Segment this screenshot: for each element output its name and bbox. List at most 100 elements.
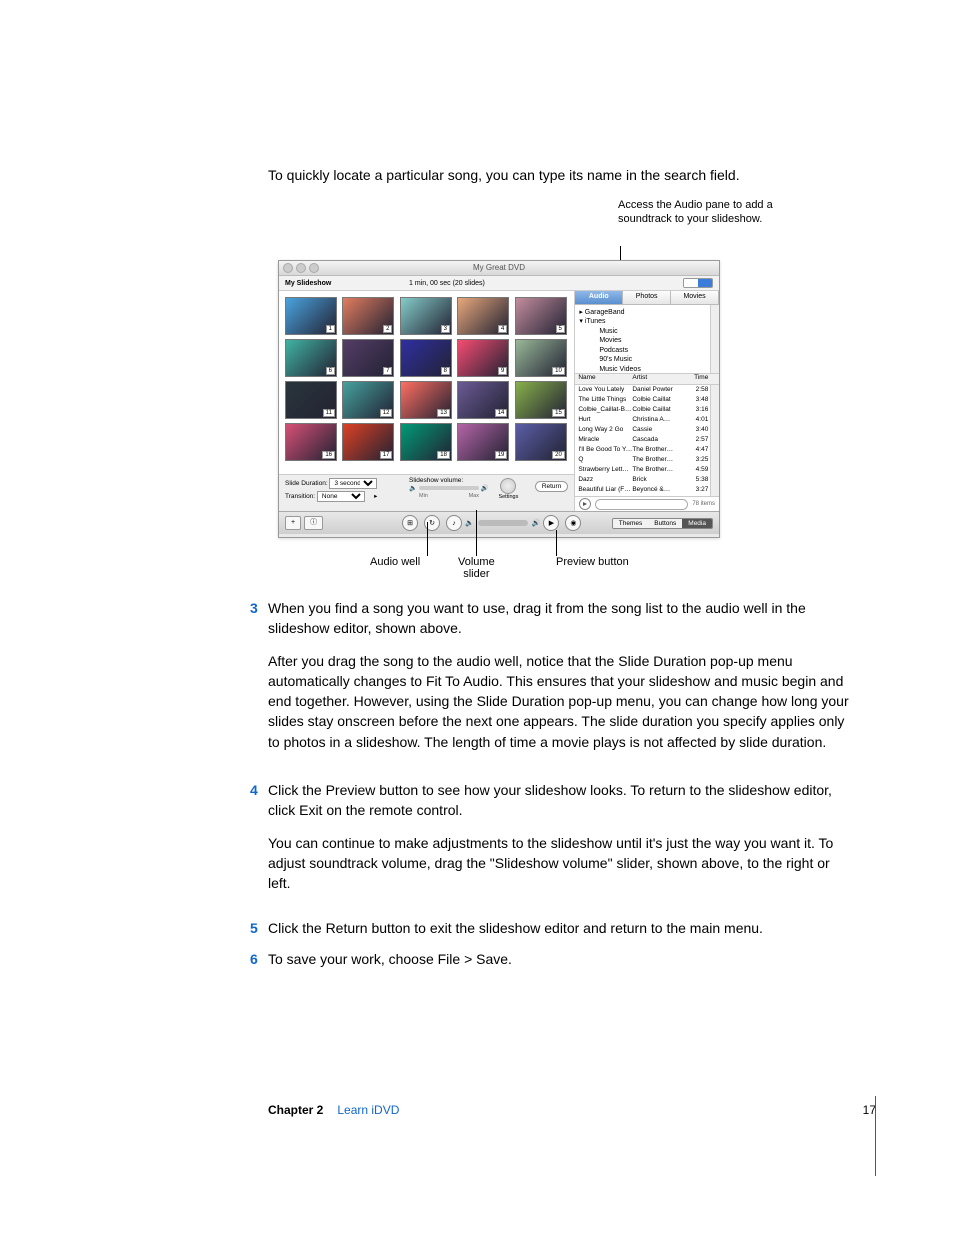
- col-artist[interactable]: Artist: [632, 374, 682, 384]
- song-row[interactable]: Love You LatelyDaniel Powter2:58: [575, 385, 719, 395]
- info-button[interactable]: ⓘ: [304, 516, 323, 530]
- audio-well[interactable]: ♪: [446, 515, 462, 531]
- song-row[interactable]: MiracleCascada2:57: [575, 435, 719, 445]
- settings-button[interactable]: Settings: [498, 478, 518, 500]
- song-row[interactable]: Colbie_Caillat-B…Colbie Caillat3:16: [575, 405, 719, 415]
- titlebar: My Great DVD: [279, 261, 719, 276]
- song-name: Long Way 2 Go: [575, 425, 632, 435]
- close-icon[interactable]: [283, 263, 293, 273]
- view-toggle[interactable]: [683, 278, 713, 288]
- song-name: Miracle: [575, 435, 632, 445]
- duration-text: 1 min, 00 sec (20 slides): [409, 280, 485, 287]
- add-button[interactable]: +: [285, 516, 301, 530]
- slide-thumbnail[interactable]: 13: [400, 381, 452, 419]
- slide-thumbnail[interactable]: 5: [515, 297, 567, 335]
- tab-photos[interactable]: Photos: [623, 291, 671, 304]
- tree-movies[interactable]: Movies: [579, 336, 715, 345]
- song-row[interactable]: HurtChristina A…4:01: [575, 415, 719, 425]
- slide-duration-select[interactable]: 3 seconds: [329, 478, 377, 489]
- traffic-lights[interactable]: [283, 263, 319, 273]
- tree-musicvideos[interactable]: Music Videos: [579, 365, 715, 374]
- slide-thumbnail[interactable]: 17: [342, 423, 394, 461]
- song-row[interactable]: QThe Brother…3:25: [575, 455, 719, 465]
- speaker-min-icon: 🔈: [409, 485, 417, 492]
- song-list-header: Name Artist Time: [575, 374, 719, 385]
- slide-thumbnail[interactable]: 8: [400, 339, 452, 377]
- slide-thumbnail[interactable]: 16: [285, 423, 337, 461]
- thumbnail-index: 3: [441, 325, 450, 333]
- tree-music[interactable]: Music: [579, 327, 715, 336]
- callout-line-audiowell: [427, 522, 428, 556]
- song-row[interactable]: DazzBrick5:38: [575, 475, 719, 485]
- tab-themes[interactable]: Themes: [613, 519, 648, 528]
- zoom-icon[interactable]: [309, 263, 319, 273]
- burn-button[interactable]: ◉: [565, 515, 581, 531]
- volume-slider[interactable]: [419, 486, 479, 490]
- song-artist: Colbie Caillat: [632, 395, 682, 405]
- transition-select[interactable]: None: [317, 491, 365, 502]
- thumbnail-index: 15: [552, 409, 565, 417]
- slide-thumbnail[interactable]: 3: [400, 297, 452, 335]
- song-row[interactable]: Strawberry Lette…The Brother…4:59: [575, 465, 719, 475]
- slide-thumbnail[interactable]: 19: [457, 423, 509, 461]
- slide-thumbnail[interactable]: 7: [342, 339, 394, 377]
- song-row[interactable]: Long Way 2 GoCassie3:40: [575, 425, 719, 435]
- slide-thumbnail[interactable]: 1: [285, 297, 337, 335]
- minimize-icon[interactable]: [296, 263, 306, 273]
- song-row[interactable]: Beautiful Liar (Al…Beyoncé &…3:21: [575, 495, 719, 496]
- slide-thumbnail[interactable]: 15: [515, 381, 567, 419]
- tree-scrollbar[interactable]: [710, 305, 719, 373]
- slide-thumbnail[interactable]: 9: [457, 339, 509, 377]
- tree-podcasts[interactable]: Podcasts: [579, 346, 715, 355]
- tree-garageband[interactable]: ▸ GarageBand: [579, 308, 715, 317]
- chapter-title: Learn iDVD: [337, 1103, 399, 1117]
- song-artist: Brick: [632, 475, 682, 485]
- song-row[interactable]: I'll Be Good To YouThe Brother…4:47: [575, 445, 719, 455]
- tab-audio[interactable]: Audio: [575, 291, 623, 304]
- step-number: 6: [250, 949, 258, 969]
- song-list[interactable]: Love You LatelyDaniel Powter2:58The Litt…: [575, 385, 719, 496]
- view-grid-icon[interactable]: [698, 279, 712, 287]
- thumbnail-index: 8: [441, 367, 450, 375]
- slide-thumbnail[interactable]: 14: [457, 381, 509, 419]
- slide-thumbnail[interactable]: 12: [342, 381, 394, 419]
- slide-thumbnail[interactable]: 11: [285, 381, 337, 419]
- song-name: Beautiful Liar (Fr…: [575, 485, 632, 495]
- transition-preview-icon[interactable]: ▸: [370, 492, 382, 500]
- preview-button[interactable]: ▶: [543, 515, 559, 531]
- step-3: 3 When you find a song you want to use, …: [268, 598, 853, 764]
- tab-movies[interactable]: Movies: [671, 291, 719, 304]
- thumbnail-index: 18: [437, 451, 450, 459]
- tab-buttons[interactable]: Buttons: [648, 519, 682, 528]
- thumbnail-index: 12: [380, 409, 393, 417]
- song-row[interactable]: The Little ThingsColbie Caillat3:48: [575, 395, 719, 405]
- view-list-icon[interactable]: [684, 279, 698, 287]
- thumbnail-index: 20: [552, 451, 565, 459]
- song-artist: The Brother…: [632, 455, 682, 465]
- song-artist: Cascada: [632, 435, 682, 445]
- col-time[interactable]: Time: [682, 374, 714, 384]
- col-name[interactable]: Name: [575, 374, 632, 384]
- slide-thumbnail[interactable]: 18: [400, 423, 452, 461]
- song-row[interactable]: Beautiful Liar (Fr…Beyoncé &…3:27: [575, 485, 719, 495]
- slide-thumbnail[interactable]: 4: [457, 297, 509, 335]
- label-preview-button: Preview button: [556, 556, 629, 568]
- map-button[interactable]: ⊞: [402, 515, 418, 531]
- slide-thumbnail[interactable]: 10: [515, 339, 567, 377]
- tab-media[interactable]: Media: [682, 519, 712, 528]
- tree-itunes[interactable]: ▾ iTunes: [579, 317, 715, 326]
- slide-thumbnail[interactable]: 6: [285, 339, 337, 377]
- search-input[interactable]: [595, 499, 688, 510]
- song-scrollbar[interactable]: [710, 385, 719, 496]
- return-button[interactable]: Return: [535, 481, 569, 492]
- song-artist: Daniel Powter: [632, 385, 682, 395]
- callout-line-volume: [476, 510, 477, 556]
- slide-thumbnail[interactable]: 20: [515, 423, 567, 461]
- slide-thumbnail[interactable]: 2: [342, 297, 394, 335]
- tree-90s[interactable]: 90's Music: [579, 355, 715, 364]
- play-preview-button[interactable]: [579, 498, 591, 510]
- main-volume-slider[interactable]: [478, 520, 528, 526]
- source-tree[interactable]: ▸ GarageBand ▾ iTunes Music Movies Podca…: [575, 305, 719, 374]
- item-count: 78 items: [692, 501, 715, 507]
- vol-high-icon: 🔊: [532, 519, 541, 527]
